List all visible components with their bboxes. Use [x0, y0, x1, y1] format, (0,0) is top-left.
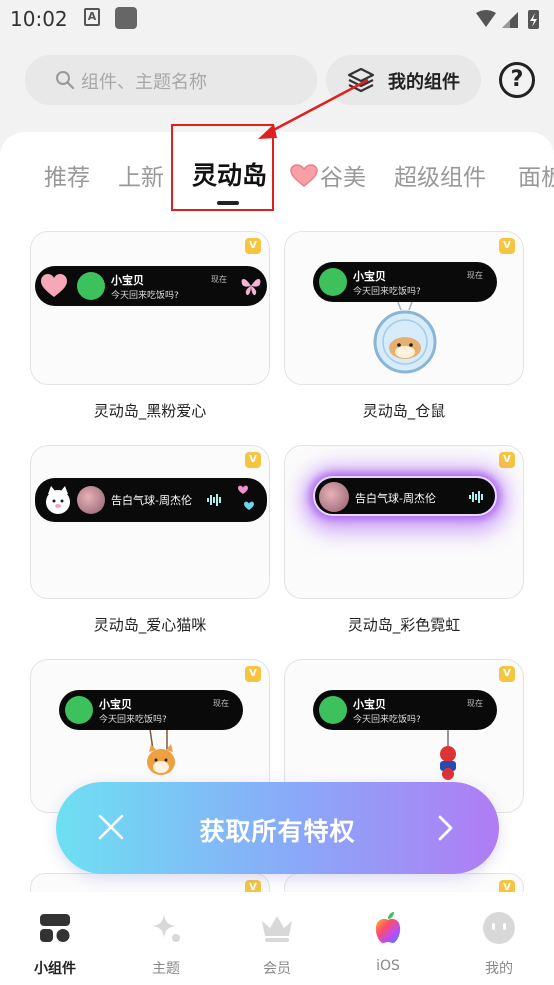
- tab-gumei-label: 谷美: [320, 165, 366, 191]
- nav-widgets[interactable]: 小组件: [0, 892, 110, 985]
- status-bar: 10:02 A: [0, 0, 554, 40]
- nav-label: iOS: [376, 958, 400, 974]
- nav-label: 小组件: [34, 961, 76, 977]
- heart-icon: [290, 164, 318, 187]
- island-contact-name: 小宝贝: [353, 698, 386, 711]
- album-cover: [77, 486, 105, 514]
- island-preview: 告白气球-周杰伦: [35, 478, 267, 522]
- nav-label: 主题: [152, 961, 180, 977]
- card-title: 灵动岛_彩色霓虹: [347, 616, 461, 634]
- apple-icon: [375, 912, 401, 943]
- wechat-icon: [319, 696, 347, 724]
- island-preview: 告白气球-周杰伦: [313, 476, 497, 516]
- widget-card-hamster[interactable]: V 小宝贝 今天回来吃饭吗? 现在: [284, 231, 524, 385]
- vip-badge-icon: V: [499, 666, 515, 682]
- vip-badge-icon: V: [245, 238, 261, 254]
- widget-card-black-pink-heart[interactable]: V 小宝贝 今天回来吃饭吗? 现在: [30, 231, 270, 385]
- shiba-swing-icon: [147, 722, 175, 775]
- notification-app-icon: [115, 7, 137, 29]
- island-message: 今天回来吃饭吗?: [111, 291, 179, 301]
- island-time: 现在: [211, 275, 227, 284]
- search-input[interactable]: 组件、主题名称: [25, 55, 317, 105]
- bottom-nav: 小组件 主题 会员 iOS 我的: [0, 892, 554, 985]
- island-message: 今天回来吃饭吗?: [99, 715, 167, 725]
- help-button[interactable]: ?: [499, 62, 535, 98]
- get-all-privileges-banner[interactable]: 获取所有特权: [56, 782, 499, 874]
- vip-badge-icon: V: [499, 238, 515, 254]
- sparkle-icon: [152, 914, 180, 942]
- island-preview: 小宝贝 今天回来吃饭吗? 现在: [313, 690, 497, 730]
- album-cover: [319, 482, 349, 512]
- tab-recommend[interactable]: 推荐: [44, 158, 90, 192]
- island-preview: 小宝贝 今天回来吃饭吗? 现在: [313, 262, 497, 302]
- wechat-icon: [77, 272, 105, 300]
- status-time: 10:02: [10, 7, 68, 31]
- vip-badge-icon: V: [499, 452, 515, 468]
- nav-label: 我的: [485, 961, 513, 977]
- island-time: 现在: [467, 699, 483, 708]
- audio-wave-icon: [207, 494, 221, 506]
- island-message: 今天回来吃饭吗?: [353, 715, 421, 725]
- vip-badge-icon: V: [245, 452, 261, 468]
- widget-card-heart-cat[interactable]: V 告白气球-周杰伦: [30, 445, 270, 599]
- audio-wave-icon: [469, 491, 483, 503]
- nav-label: 会员: [263, 961, 291, 977]
- card-title: 灵动岛_黑粉爱心: [93, 402, 207, 420]
- widgets-icon: [40, 914, 70, 942]
- wechat-icon: [65, 696, 93, 724]
- hamster-wheel-icon: [373, 294, 437, 374]
- search-placeholder: 组件、主题名称: [81, 72, 207, 93]
- category-tabs: 推荐 上新 灵动岛 谷美 超级组件 面板: [0, 132, 554, 212]
- my-widgets-label: 我的组件: [388, 72, 460, 93]
- nav-ios[interactable]: iOS: [333, 892, 443, 985]
- nav-membership[interactable]: 会员: [222, 892, 332, 985]
- annotation-highlight-box: [171, 124, 274, 211]
- card-title: 灵动岛_仓鼠: [362, 402, 446, 420]
- nav-themes[interactable]: 主题: [111, 892, 221, 985]
- layers-icon: [347, 67, 375, 93]
- nav-profile[interactable]: 我的: [444, 892, 554, 985]
- butterfly-icon: [241, 279, 261, 296]
- tab-super-widgets[interactable]: 超级组件: [394, 158, 486, 192]
- tab-panel[interactable]: 面板: [518, 158, 554, 192]
- profile-icon: [483, 912, 515, 944]
- wechat-icon: [319, 268, 347, 296]
- notification-a-icon: A: [84, 8, 100, 26]
- tab-gumei[interactable]: 谷美: [290, 158, 366, 192]
- my-widgets-button[interactable]: 我的组件: [326, 55, 481, 105]
- card-title: 灵动岛_爱心猫咪: [93, 616, 207, 634]
- small-hearts-icon: [238, 485, 254, 510]
- cta-label: 获取所有特权: [199, 817, 356, 846]
- signal-battery-icon: [476, 10, 539, 29]
- tab-new[interactable]: 上新: [118, 158, 164, 192]
- song-title: 告白气球-周杰伦: [111, 494, 192, 507]
- search-icon: [56, 71, 75, 90]
- song-title: 告白气球-周杰伦: [355, 492, 436, 505]
- spider-hero-icon: [440, 724, 456, 780]
- cat-icon: [46, 486, 70, 514]
- island-time: 现在: [467, 271, 483, 280]
- island-contact-name: 小宝贝: [353, 270, 386, 283]
- island-preview: 小宝贝 今天回来吃饭吗? 现在: [59, 690, 243, 730]
- island-message: 今天回来吃饭吗?: [353, 287, 421, 297]
- island-contact-name: 小宝贝: [111, 274, 144, 287]
- island-time: 现在: [213, 699, 229, 708]
- crown-icon: [262, 916, 292, 942]
- widget-card-neon[interactable]: V 告白气球-周杰伦: [284, 445, 524, 599]
- island-contact-name: 小宝贝: [99, 698, 132, 711]
- vip-badge-icon: V: [245, 666, 261, 682]
- pink-heart-icon: [41, 274, 67, 297]
- island-preview: 小宝贝 今天回来吃饭吗? 现在: [35, 266, 267, 306]
- chevron-right-icon: [438, 815, 453, 841]
